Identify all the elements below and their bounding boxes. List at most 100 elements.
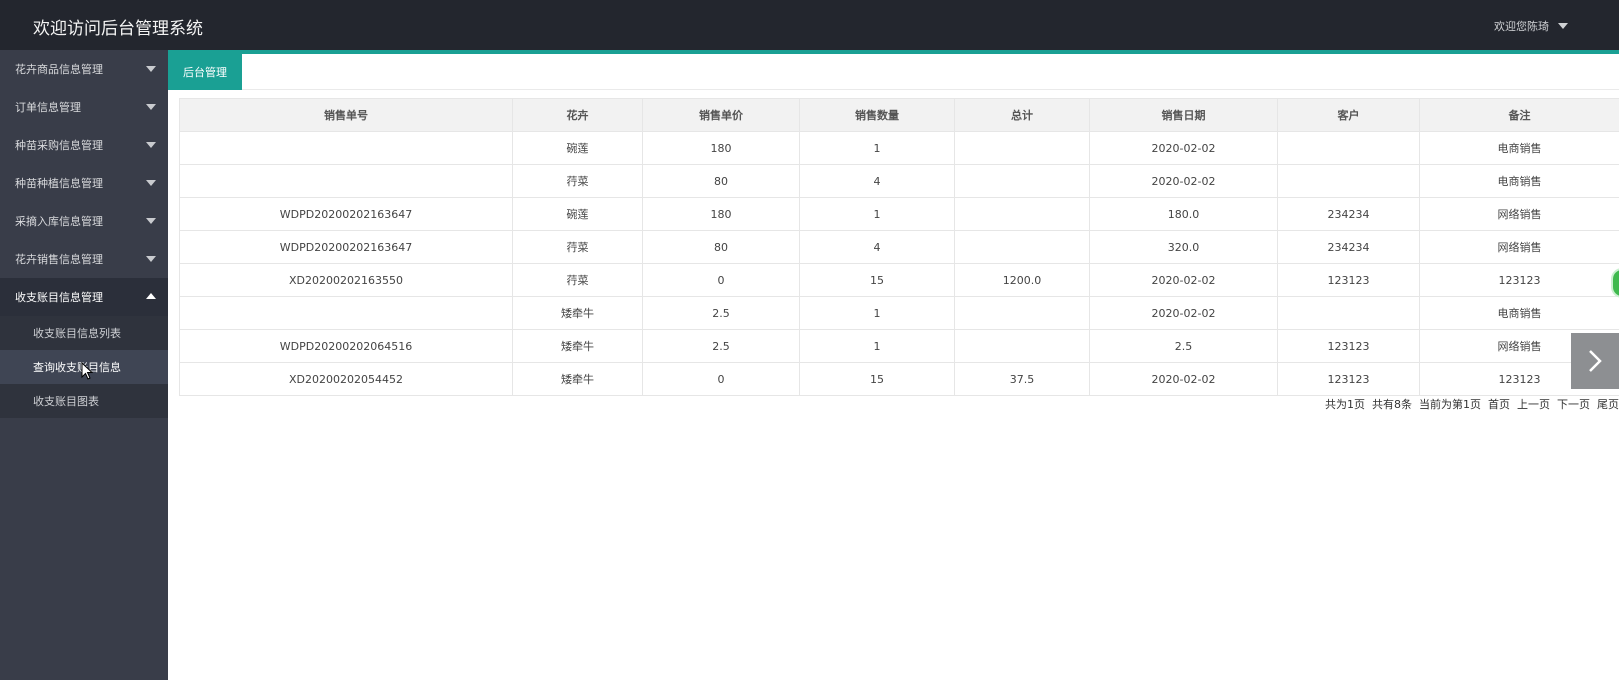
- table-row: 荇菜 80 4 2020-02-02 电商销售: [179, 164, 1619, 198]
- table-cell: [954, 131, 1090, 165]
- table-cell: 1: [799, 131, 955, 165]
- sales-table-wrapper: 销售单号 花卉 销售单价 销售数量 总计 销售日期 客户 备注 碗莲 180 1 20…: [179, 98, 1619, 396]
- caret-down-icon: [146, 218, 156, 224]
- table-cell: 123123: [1277, 263, 1420, 297]
- submenu-item-accounts-list[interactable]: 收支账目信息列表: [0, 316, 168, 350]
- table-cell: 2020-02-02: [1089, 263, 1278, 297]
- table-cell: 123123: [1277, 329, 1420, 363]
- table-cell: [1277, 296, 1420, 330]
- tab-bar: 后台管理: [168, 54, 1619, 90]
- table-cell: 网络销售: [1419, 230, 1619, 264]
- table-cell: [954, 164, 1090, 198]
- column-header: 客户: [1277, 98, 1420, 132]
- sidebar-item-label: 花卉销售信息管理: [15, 253, 103, 266]
- table-body: 碗莲 180 1 2020-02-02 电商销售 荇菜 80 4 2020-02-02 电商销售 W…: [179, 131, 1619, 396]
- table-cell: XD20200202163550: [179, 263, 513, 297]
- table-cell: [179, 164, 513, 198]
- app-title: 欢迎访问后台管理系统: [33, 19, 203, 39]
- table-cell: [1277, 164, 1420, 198]
- table-cell: [954, 329, 1090, 363]
- sidebar-item-label: 订单信息管理: [15, 101, 81, 114]
- column-header: 销售单价: [642, 98, 800, 132]
- pager-current-page: 当前为第1页: [1419, 398, 1481, 411]
- table-cell: 80: [642, 164, 800, 198]
- table-cell: 2.5: [1089, 329, 1278, 363]
- column-header: 销售数量: [799, 98, 955, 132]
- table-cell: [954, 197, 1090, 231]
- caret-down-icon: [146, 142, 156, 148]
- sidebar-item-flower-products[interactable]: 花卉商品信息管理: [0, 50, 168, 88]
- table-cell: 1: [799, 197, 955, 231]
- table-cell: 网络销售: [1419, 197, 1619, 231]
- table-row: XD20200202054452 矮牵牛 0 15 37.5 2020-02-02 1231…: [179, 362, 1619, 396]
- column-header: 销售日期: [1089, 98, 1278, 132]
- table-cell: 2020-02-02: [1089, 164, 1278, 198]
- caret-down-icon: [146, 256, 156, 262]
- sidebar-item-harvest-storage[interactable]: 采摘入库信息管理: [0, 202, 168, 240]
- table-cell: [954, 230, 1090, 264]
- column-header: 花卉: [512, 98, 643, 132]
- user-menu[interactable]: 欢迎您陈琦: [1494, 18, 1568, 34]
- next-slide-button[interactable]: [1571, 333, 1619, 389]
- column-header: 备注: [1419, 98, 1619, 132]
- table-cell: 234234: [1277, 197, 1420, 231]
- main-content: 后台管理 销售单号 花卉 销售单价 销售数量 总计 销售日期 客户 备注 碗莲 …: [168, 50, 1619, 680]
- floating-badge[interactable]: [1611, 268, 1619, 298]
- table-cell: 0: [642, 362, 800, 396]
- table-cell: 1: [799, 296, 955, 330]
- table-cell: 2020-02-02: [1089, 362, 1278, 396]
- table-cell: 180: [642, 197, 800, 231]
- pagination: 共为1页 共有8条 当前为第1页 首页 上一页 下一页 尾页: [1325, 396, 1619, 412]
- table-cell: 碗莲: [512, 197, 643, 231]
- sidebar-item-accounts[interactable]: 收支账目信息管理: [0, 278, 168, 316]
- sales-table: 销售单号 花卉 销售单价 销售数量 总计 销售日期 客户 备注 碗莲 180 1 20…: [179, 98, 1619, 396]
- pager-first-link[interactable]: 首页: [1488, 396, 1510, 412]
- user-greeting[interactable]: 欢迎您陈琦: [1494, 18, 1549, 34]
- table-cell: 矮牵牛: [512, 362, 643, 396]
- table-row: XD20200202163550 荇菜 0 15 1200.0 2020-02-02 123…: [179, 263, 1619, 297]
- table-cell: 4: [799, 230, 955, 264]
- table-cell: 320.0: [1089, 230, 1278, 264]
- table-cell: 123123: [1277, 362, 1420, 396]
- sidebar-item-label: 种苗采购信息管理: [15, 139, 103, 152]
- sidebar-item-seedling-planting[interactable]: 种苗种植信息管理: [0, 164, 168, 202]
- submenu-item-accounts-chart[interactable]: 收支账目图表: [0, 384, 168, 418]
- caret-down-icon[interactable]: [1558, 23, 1568, 29]
- table-cell: [179, 131, 513, 165]
- table-cell: 电商销售: [1419, 296, 1619, 330]
- table-cell: 矮牵牛: [512, 296, 643, 330]
- table-cell: WDPD20200202163647: [179, 230, 513, 264]
- pager-last-link[interactable]: 尾页: [1597, 396, 1619, 412]
- table-cell: 2020-02-02: [1089, 296, 1278, 330]
- table-cell: 碗莲: [512, 131, 643, 165]
- sidebar-item-label: 收支账目信息管理: [15, 291, 103, 304]
- pager-total-pages: 共为1页: [1325, 398, 1365, 411]
- chevron-right-icon: [1589, 350, 1602, 372]
- table-cell: 15: [799, 362, 955, 396]
- table-cell: [954, 296, 1090, 330]
- table-cell: 矮牵牛: [512, 329, 643, 363]
- table-cell: 80: [642, 230, 800, 264]
- sidebar-item-flower-sales[interactable]: 花卉销售信息管理: [0, 240, 168, 278]
- sidebar-item-orders[interactable]: 订单信息管理: [0, 88, 168, 126]
- table-cell: 电商销售: [1419, 131, 1619, 165]
- tab-admin[interactable]: 后台管理: [168, 54, 242, 90]
- mouse-pointer-icon: [81, 361, 94, 384]
- table-cell: [1277, 131, 1420, 165]
- pager-next-link[interactable]: 下一页: [1557, 396, 1590, 412]
- table-row: WDPD20200202064516 矮牵牛 2.5 1 2.5 123123 网络销售: [179, 329, 1619, 363]
- pager-prev-link[interactable]: 上一页: [1517, 396, 1550, 412]
- table-cell: 123123: [1419, 263, 1619, 297]
- table-cell: 4: [799, 164, 955, 198]
- top-header: 欢迎访问后台管理系统 欢迎您陈琦: [0, 0, 1619, 50]
- table-cell: 2.5: [642, 296, 800, 330]
- table-row: WDPD20200202163647 荇菜 80 4 320.0 234234 网络销售: [179, 230, 1619, 264]
- table-cell: 15: [799, 263, 955, 297]
- pager-total-items: 共有8条: [1372, 398, 1412, 411]
- table-header-row: 销售单号 花卉 销售单价 销售数量 总计 销售日期 客户 备注: [179, 98, 1619, 132]
- sidebar-item-label: 花卉商品信息管理: [15, 63, 103, 76]
- table-cell: 2.5: [642, 329, 800, 363]
- sidebar-item-seedling-purchase[interactable]: 种苗采购信息管理: [0, 126, 168, 164]
- table-cell: 0: [642, 263, 800, 297]
- table-cell: 荇菜: [512, 263, 643, 297]
